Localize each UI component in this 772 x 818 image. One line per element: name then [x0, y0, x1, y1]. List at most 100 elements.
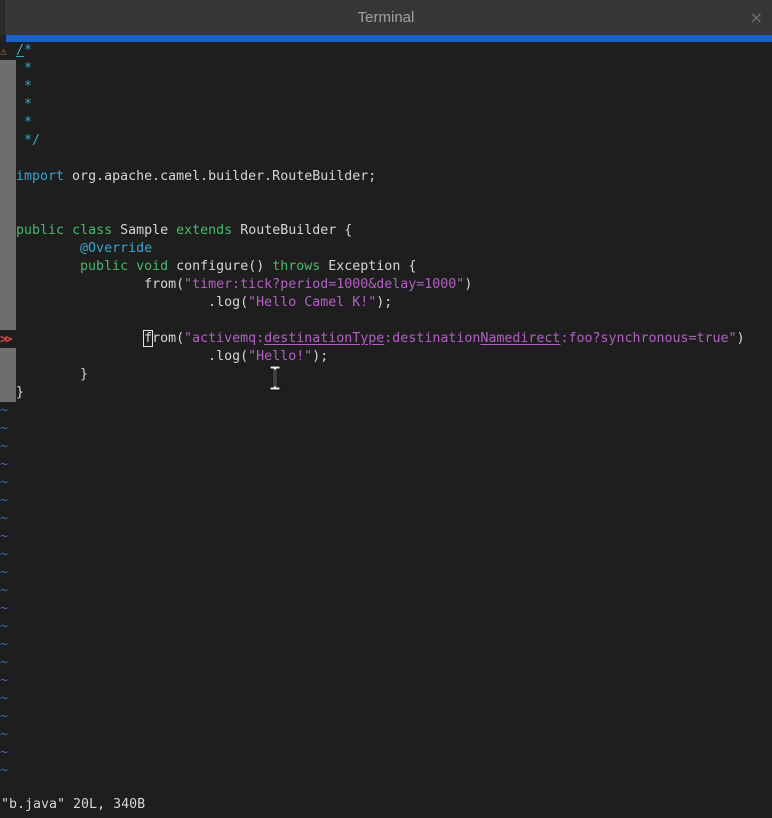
- empty-line-tilde: ~: [0, 456, 772, 474]
- code-line: public class Sample extends RouteBuilder…: [0, 222, 772, 240]
- error-sign-icon: >>: [0, 330, 16, 348]
- empty-line-tilde: ~: [0, 618, 772, 636]
- code-line: [0, 312, 772, 330]
- empty-line-tilde: ~: [0, 492, 772, 510]
- code-token: class: [72, 223, 112, 238]
- tilde-marker: ~: [0, 709, 8, 724]
- code-token: configure(): [168, 259, 272, 274]
- tilde-marker: ~: [0, 637, 8, 652]
- code-token: ): [737, 331, 745, 346]
- code-token: "Hello!": [248, 349, 312, 364]
- code-token: void: [136, 259, 168, 274]
- code-line: >> from("activemq:destinationType:destin…: [0, 330, 772, 348]
- sign-column: [0, 132, 16, 150]
- vim-file-info: "b.java" 20L, 340B: [1, 796, 145, 814]
- code-token: [16, 331, 144, 346]
- empty-line-tilde: ~: [0, 438, 772, 456]
- code-token: public: [16, 223, 64, 238]
- code-token: ): [464, 277, 472, 292]
- sign-column: [0, 186, 16, 204]
- empty-line-tilde: ~: [0, 690, 772, 708]
- code-line: */: [0, 132, 772, 150]
- tilde-marker: ~: [0, 727, 8, 742]
- empty-line-tilde: ~: [0, 636, 772, 654]
- tilde-marker: ~: [0, 583, 8, 598]
- code-line: public void configure() throws Exception…: [0, 258, 772, 276]
- sign-column: [0, 240, 16, 258]
- titlebar[interactable]: Terminal ×: [0, 0, 772, 35]
- code-line: from("timer:tick?period=1000&delay=1000"…: [0, 276, 772, 294]
- code-line: *: [0, 60, 772, 78]
- empty-line-tilde: ~: [0, 528, 772, 546]
- code-token: destinationType: [264, 331, 384, 346]
- tilde-marker: ~: [0, 691, 8, 706]
- sign-column: [0, 78, 16, 96]
- sign-column: [0, 114, 16, 132]
- vim-cursor: f: [144, 331, 152, 346]
- tilde-marker: ~: [0, 619, 8, 634]
- empty-line-tilde: ~: [0, 762, 772, 780]
- tilde-marker: ~: [0, 475, 8, 490]
- code-token: Exception {: [320, 259, 416, 274]
- empty-line-tilde: ~: [0, 744, 772, 762]
- empty-line-tilde: ~: [0, 420, 772, 438]
- sign-column: [0, 204, 16, 222]
- vim-buffer: ⚠/* * * * * */import org.apache.camel.bu…: [0, 42, 772, 780]
- warning-sign-icon: ⚠: [0, 42, 16, 60]
- sign-column: [0, 150, 16, 168]
- code-token: org.apache.camel.builder.RouteBuilder;: [64, 169, 376, 184]
- sign-column: [0, 96, 16, 114]
- code-line: *: [0, 78, 772, 96]
- tilde-marker: ~: [0, 529, 8, 544]
- code-token: );: [376, 295, 392, 310]
- code-token: *: [16, 61, 32, 76]
- code-token: from(: [16, 277, 184, 292]
- code-token: [16, 241, 80, 256]
- empty-line-tilde: ~: [0, 600, 772, 618]
- code-line: @Override: [0, 240, 772, 258]
- tilde-marker: ~: [0, 763, 8, 778]
- close-icon[interactable]: ×: [750, 0, 763, 35]
- code-line: *: [0, 96, 772, 114]
- code-line: .log("Hello Camel K!");: [0, 294, 772, 312]
- tilde-marker: ~: [0, 655, 8, 670]
- code-token: [128, 259, 136, 274]
- code-token: import: [16, 169, 64, 184]
- code-token: extends: [176, 223, 232, 238]
- code-line: .log("Hello!");: [0, 348, 772, 366]
- tilde-marker: ~: [0, 547, 8, 562]
- window-title: Terminal: [0, 0, 772, 35]
- tilde-marker: ~: [0, 421, 8, 436]
- tilde-marker: ~: [0, 673, 8, 688]
- code-token: public: [80, 259, 128, 274]
- code-token: :destination: [384, 331, 480, 346]
- sign-column: [0, 384, 16, 402]
- code-token: *: [16, 115, 32, 130]
- empty-line-tilde: ~: [0, 546, 772, 564]
- code-line: }: [0, 384, 772, 402]
- empty-line-tilde: ~: [0, 708, 772, 726]
- tilde-marker: ~: [0, 511, 8, 526]
- terminal-window: { "window": { "title": "Terminal", "clos…: [0, 0, 772, 818]
- terminal-content[interactable]: ⚠/* * * * * */import org.apache.camel.bu…: [0, 42, 772, 818]
- code-token: .log(: [16, 295, 248, 310]
- accent-bar: [0, 35, 772, 42]
- code-token: );: [312, 349, 328, 364]
- code-line: [0, 150, 772, 168]
- sign-column: [0, 222, 16, 240]
- code-line: }: [0, 366, 772, 384]
- code-token: [64, 223, 72, 238]
- code-line: import org.apache.camel.builder.RouteBui…: [0, 168, 772, 186]
- sign-column: [0, 168, 16, 186]
- code-token: *: [16, 79, 32, 94]
- empty-line-tilde: ~: [0, 582, 772, 600]
- code-token: "timer:tick?period=1000&delay=1000": [184, 277, 464, 292]
- empty-line-tilde: ~: [0, 726, 772, 744]
- code-token: [16, 259, 80, 274]
- tilde-marker: ~: [0, 745, 8, 760]
- tilde-marker: ~: [0, 457, 8, 472]
- empty-line-tilde: ~: [0, 654, 772, 672]
- code-token: RouteBuilder {: [232, 223, 352, 238]
- sign-column: [0, 348, 16, 366]
- tilde-marker: ~: [0, 439, 8, 454]
